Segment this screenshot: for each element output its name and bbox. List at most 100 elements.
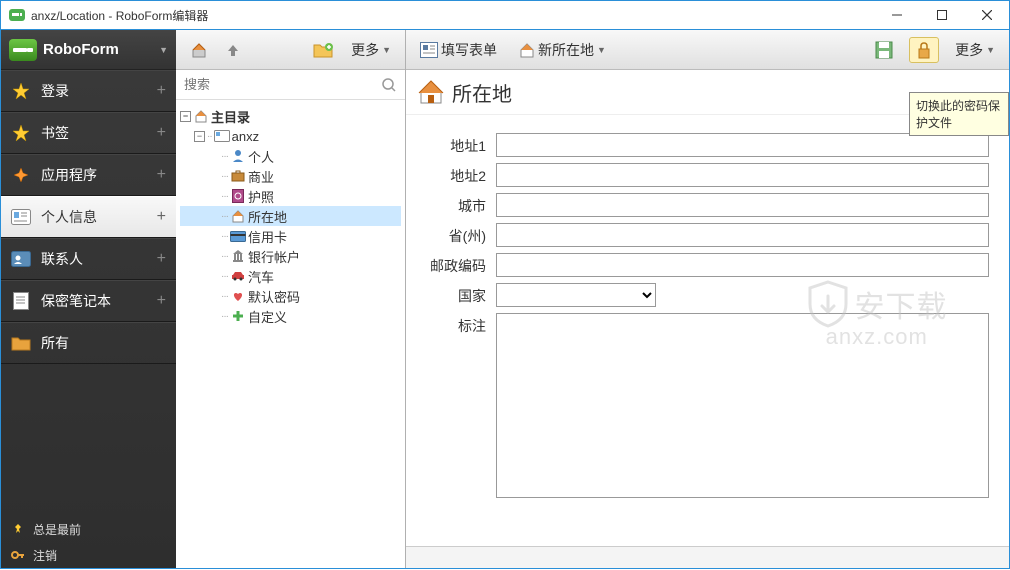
tree-label: 商业: [248, 167, 274, 186]
window-titlebar: anxz/Location - RoboForm编辑器: [0, 0, 1010, 30]
roboform-logo-icon: [9, 39, 37, 61]
label-addr1: 地址1: [416, 133, 496, 156]
sidebar-item-identities[interactable]: 个人信息 +: [1, 196, 176, 238]
sidebar-item-label: 应用程序: [41, 165, 97, 185]
tree-label: 银行帐户: [248, 247, 300, 266]
search-icon[interactable]: [381, 77, 397, 93]
sidebar-item-apps[interactable]: 应用程序 +: [1, 154, 176, 196]
tree-folder-anxz[interactable]: − ·· anxz: [180, 126, 401, 146]
maximize-button[interactable]: [919, 1, 964, 29]
tree-label: 主目录: [211, 107, 250, 126]
tree-connector: ··: [207, 131, 212, 142]
collapse-icon[interactable]: −: [194, 131, 205, 142]
key-icon: [11, 548, 25, 562]
tree-item-car[interactable]: ···汽车: [180, 266, 401, 286]
new-location-button[interactable]: 新所在地 ▼: [513, 37, 612, 63]
contacts-icon: [11, 249, 31, 269]
sidebar-item-contacts[interactable]: 联系人 +: [1, 238, 176, 280]
tree-item-bank[interactable]: ···银行帐户: [180, 246, 401, 266]
tree-label: 所在地: [248, 207, 287, 226]
label-city: 城市: [416, 193, 496, 216]
country-select[interactable]: [496, 283, 656, 307]
passport-icon: [230, 188, 246, 204]
sidebar-item-label: 个人信息: [41, 207, 97, 227]
house-icon: [418, 79, 444, 105]
tree-item-location[interactable]: ···所在地: [180, 206, 401, 226]
sidebar-item-all[interactable]: 所有: [1, 322, 176, 364]
form-title: 所在地: [452, 78, 512, 107]
lock-toggle-button[interactable]: [909, 37, 939, 63]
logout-button[interactable]: 注销: [1, 542, 176, 568]
app-icon: [9, 7, 25, 23]
tree-label: anxz: [232, 129, 259, 144]
close-button[interactable]: [964, 1, 1009, 29]
id-card-icon: [11, 207, 31, 227]
note-icon: [11, 291, 31, 311]
tree-label: 默认密码: [248, 287, 300, 306]
label-country: 国家: [416, 283, 496, 306]
up-arrow-button[interactable]: [220, 40, 246, 60]
sidebar-item-safenotes[interactable]: 保密笔记本 +: [1, 280, 176, 322]
status-bar: [406, 546, 1009, 568]
chevron-down-icon: ▼: [597, 45, 606, 55]
search-input[interactable]: [184, 77, 381, 92]
lock-tooltip: 切换此的密码保护文件: [909, 92, 1009, 136]
plus-icon: +: [157, 292, 166, 310]
bank-icon: [230, 248, 246, 264]
plus-icon: +: [157, 208, 166, 226]
save-button[interactable]: [869, 38, 899, 62]
sidebar-item-login[interactable]: 登录 +: [1, 70, 176, 112]
minimize-button[interactable]: [874, 1, 919, 29]
label-note: 标注: [416, 313, 496, 336]
sidebar-item-label: 书签: [41, 123, 69, 143]
sidebar-item-bookmarks[interactable]: 书签 +: [1, 112, 176, 154]
tree-panel: 更多 ▼ − 主目录 − ·· anxz ···个人 ···商业 ···护照 ·…: [176, 30, 406, 568]
note-textarea[interactable]: [496, 313, 989, 498]
tree-item-passport[interactable]: ···护照: [180, 186, 401, 206]
label-state: 省(州): [416, 223, 496, 246]
tree-more-menu[interactable]: 更多 ▼: [345, 37, 397, 63]
tree-label: 信用卡: [248, 227, 287, 246]
footer-label: 总是最前: [33, 521, 81, 538]
tree-item-creditcard[interactable]: ···信用卡: [180, 226, 401, 246]
tree-root[interactable]: − 主目录: [180, 106, 401, 126]
house-icon: [230, 208, 246, 224]
footer-label: 注销: [33, 547, 57, 564]
main-more-menu[interactable]: 更多▼: [949, 37, 1001, 63]
always-on-top-toggle[interactable]: 总是最前: [1, 516, 176, 542]
zip-input[interactable]: [496, 253, 989, 277]
tree-item-business[interactable]: ···商业: [180, 166, 401, 186]
collapse-icon[interactable]: −: [180, 111, 191, 122]
tree-view[interactable]: − 主目录 − ·· anxz ···个人 ···商业 ···护照 ···所在地…: [176, 100, 405, 568]
label-zip: 邮政编码: [416, 253, 496, 276]
main-panel: 填写表单 新所在地 ▼ 更多▼ 切换此的密码保护文件 所在地 地址1 地址2: [406, 30, 1009, 568]
sidebar-item-label: 联系人: [41, 249, 83, 269]
tree-item-person[interactable]: ···个人: [180, 146, 401, 166]
chevron-down-icon: ▼: [159, 45, 168, 55]
addr2-input[interactable]: [496, 163, 989, 187]
plus-icon: +: [157, 166, 166, 184]
chevron-down-icon: ▼: [382, 45, 391, 55]
sidebar: RoboForm ▼ 登录 + 书签 + 应用程序 + 个人信息 + 联系人 +: [1, 30, 176, 568]
briefcase-icon: [230, 168, 246, 184]
window-title: anxz/Location - RoboForm编辑器: [31, 7, 208, 24]
new-folder-button[interactable]: [307, 39, 339, 61]
home-button[interactable]: [184, 38, 214, 62]
fill-form-button[interactable]: 填写表单: [414, 37, 503, 63]
addr1-input[interactable]: [496, 133, 989, 157]
card-icon: [230, 228, 246, 244]
tree-label: 自定义: [248, 307, 287, 326]
main-toolbar: 填写表单 新所在地 ▼ 更多▼: [406, 30, 1009, 70]
tree-item-custom[interactable]: ···自定义: [180, 306, 401, 326]
state-input[interactable]: [496, 223, 989, 247]
id-card-icon: [214, 128, 230, 144]
tree-label: 护照: [248, 187, 274, 206]
plus-green-icon: [230, 308, 246, 324]
tree-item-password[interactable]: ···默认密码: [180, 286, 401, 306]
city-input[interactable]: [496, 193, 989, 217]
person-icon: [230, 148, 246, 164]
brand-menu[interactable]: RoboForm ▼: [1, 30, 176, 70]
form-body: 地址1 地址2 城市 省(州) 邮政编码 国家 标注: [406, 115, 1009, 546]
folder-icon: [11, 333, 31, 353]
brand-label: RoboForm: [43, 41, 153, 58]
